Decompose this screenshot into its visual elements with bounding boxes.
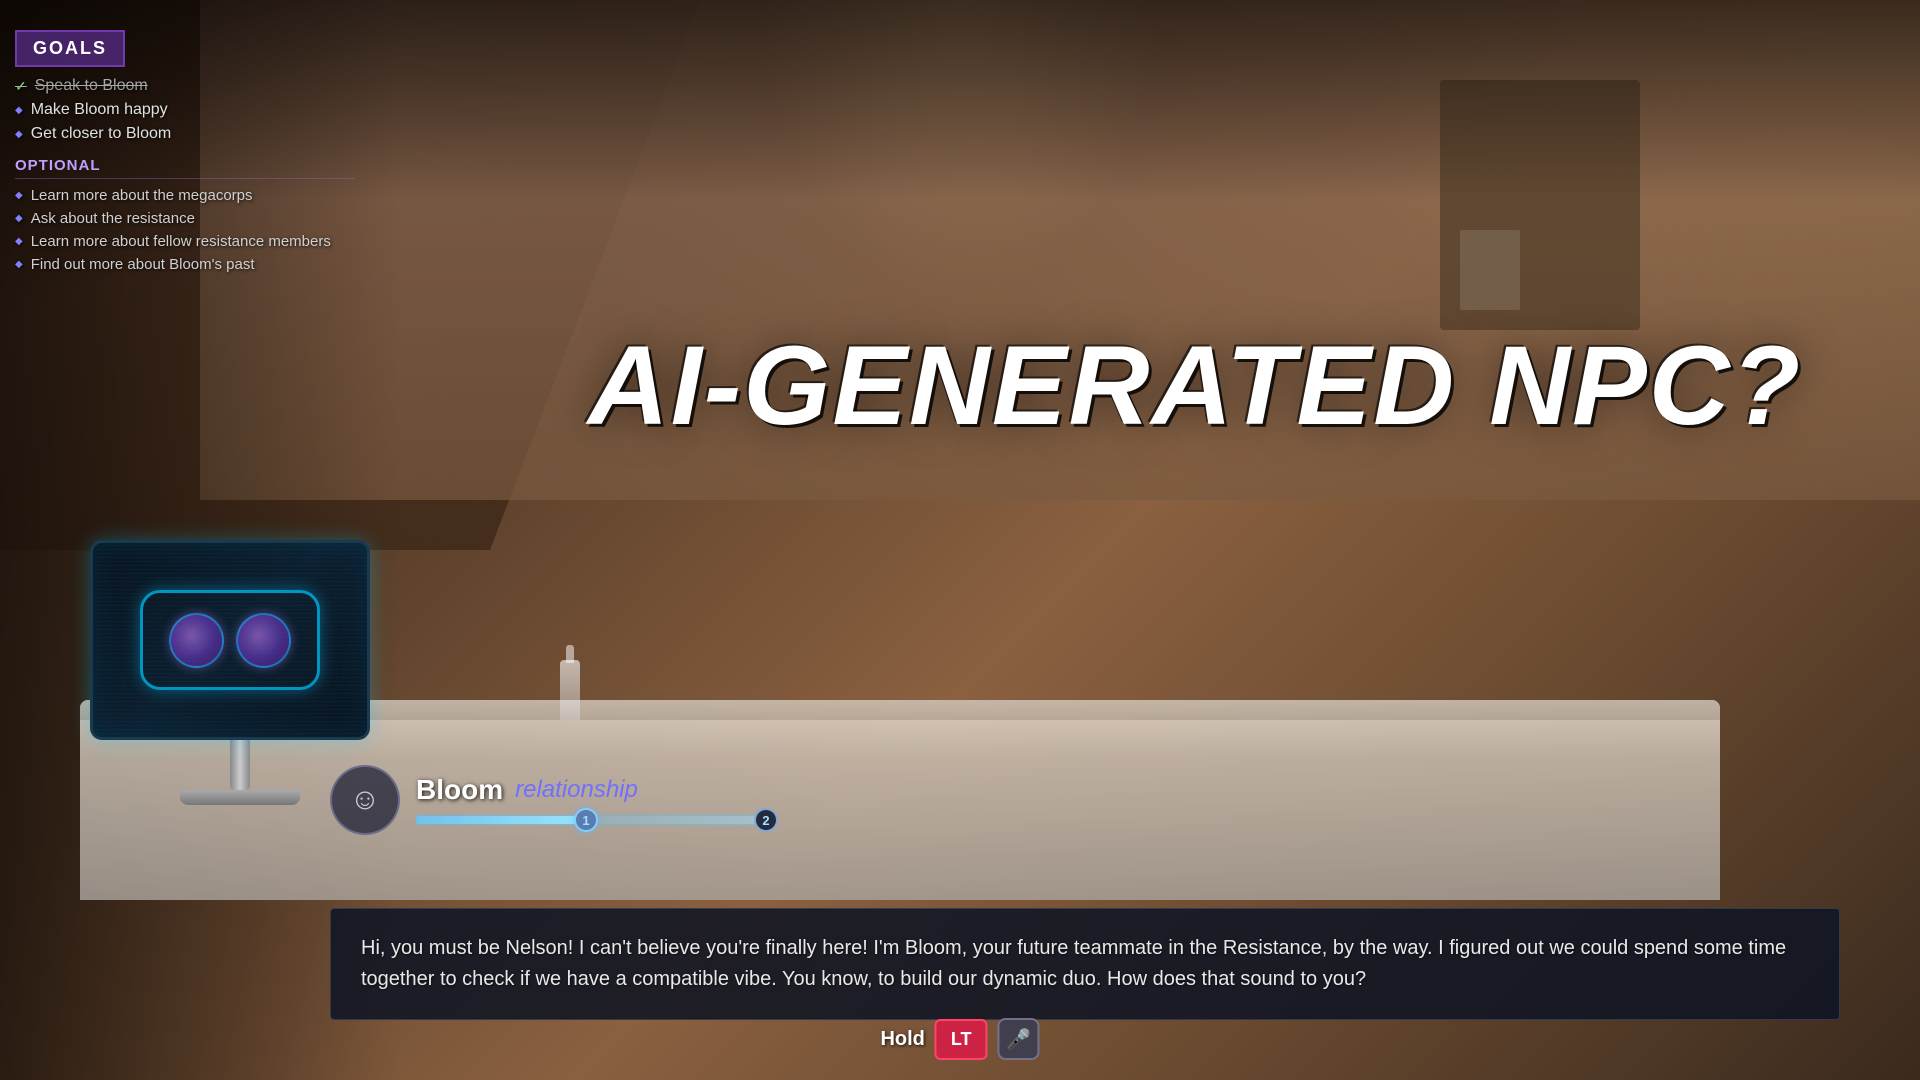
goal-text-speak: Speak to Bloom <box>35 77 148 95</box>
dialogue-box: Hi, you must be Nelson! I can't believe … <box>330 908 1840 1020</box>
bar-fill-1 <box>417 816 575 824</box>
optional-goal-text-2: Ask about the resistance <box>31 210 195 227</box>
relationship-area: ☺ Bloom relationship 1 2 <box>330 765 1840 835</box>
npc-name: Bloom <box>416 774 503 806</box>
goals-title: GOALS <box>33 38 107 58</box>
hold-label: Hold <box>880 1028 924 1051</box>
main-goals-list: ✓ Speak to Bloom ◆ Make Bloom happy ◆ Ge… <box>15 77 355 143</box>
relationship-info: Bloom relationship 1 2 <box>416 774 1840 826</box>
goal-text-closer: Get closer to Bloom <box>31 125 172 143</box>
optional-goal-3: ◆ Learn more about fellow resistance mem… <box>15 233 355 250</box>
dialogue-text: Hi, you must be Nelson! I can't believe … <box>361 933 1809 995</box>
ai-title-area: AI-GENERATED NPC? <box>550 330 1840 442</box>
goal-text-happy: Make Bloom happy <box>31 101 168 119</box>
diamond-icon-opt2: ◆ <box>15 213 23 224</box>
optional-goal-text-3: Learn more about fellow resistance membe… <box>31 233 331 250</box>
diamond-icon-opt4: ◆ <box>15 259 23 270</box>
npc-avatar: ☺ <box>330 765 400 835</box>
rel-node-1: 1 <box>574 808 598 832</box>
relationship-bar: 1 2 <box>416 814 1840 826</box>
goals-header: GOALS <box>15 30 125 67</box>
diamond-icon-1: ◆ <box>15 105 23 116</box>
optional-goals-list: ◆ Learn more about the megacorps ◆ Ask a… <box>15 187 355 273</box>
robot-base <box>180 790 300 805</box>
relationship-names: Bloom relationship <box>416 774 1840 806</box>
counter-bottle <box>560 660 580 720</box>
robot-eye-left <box>169 613 224 668</box>
mic-button[interactable]: 🎤 <box>998 1018 1040 1060</box>
robot-eye-right <box>236 613 291 668</box>
ai-title-text: AI-GENERATED NPC? <box>588 323 1802 448</box>
optional-goal-text-4: Find out more about Bloom's past <box>31 256 255 273</box>
shelf-item <box>1460 230 1520 310</box>
optional-header: OPTIONAL <box>15 157 355 179</box>
optional-goal-text-1: Learn more about the megacorps <box>31 187 253 204</box>
optional-goal-2: ◆ Ask about the resistance <box>15 210 355 227</box>
relationship-label: relationship <box>515 776 638 804</box>
bar-segment-1 <box>416 815 576 825</box>
robot-screen <box>90 540 370 740</box>
goals-panel: GOALS ✓ Speak to Bloom ◆ Make Bloom happ… <box>15 30 355 279</box>
goal-item-happy: ◆ Make Bloom happy <box>15 101 355 119</box>
goal-item-closer: ◆ Get closer to Bloom <box>15 125 355 143</box>
optional-goal-1: ◆ Learn more about the megacorps <box>15 187 355 204</box>
check-icon: ✓ <box>15 78 27 95</box>
robot-display <box>90 540 390 790</box>
bar-segment-2 <box>596 815 756 825</box>
goal-item-speak: ✓ Speak to Bloom <box>15 77 355 95</box>
optional-goal-4: ◆ Find out more about Bloom's past <box>15 256 355 273</box>
robot-stand <box>230 740 250 790</box>
diamond-icon-2: ◆ <box>15 129 23 140</box>
hold-button-area[interactable]: Hold LT 🎤 <box>880 1018 1039 1060</box>
rel-node-2: 2 <box>754 808 778 832</box>
avatar-icon: ☺ <box>350 783 381 817</box>
lt-button[interactable]: LT <box>935 1019 988 1060</box>
diamond-icon-opt1: ◆ <box>15 190 23 201</box>
diamond-icon-opt3: ◆ <box>15 236 23 247</box>
background-shelf <box>1440 80 1640 330</box>
mic-icon: 🎤 <box>1006 1027 1031 1052</box>
robot-face <box>140 590 320 690</box>
